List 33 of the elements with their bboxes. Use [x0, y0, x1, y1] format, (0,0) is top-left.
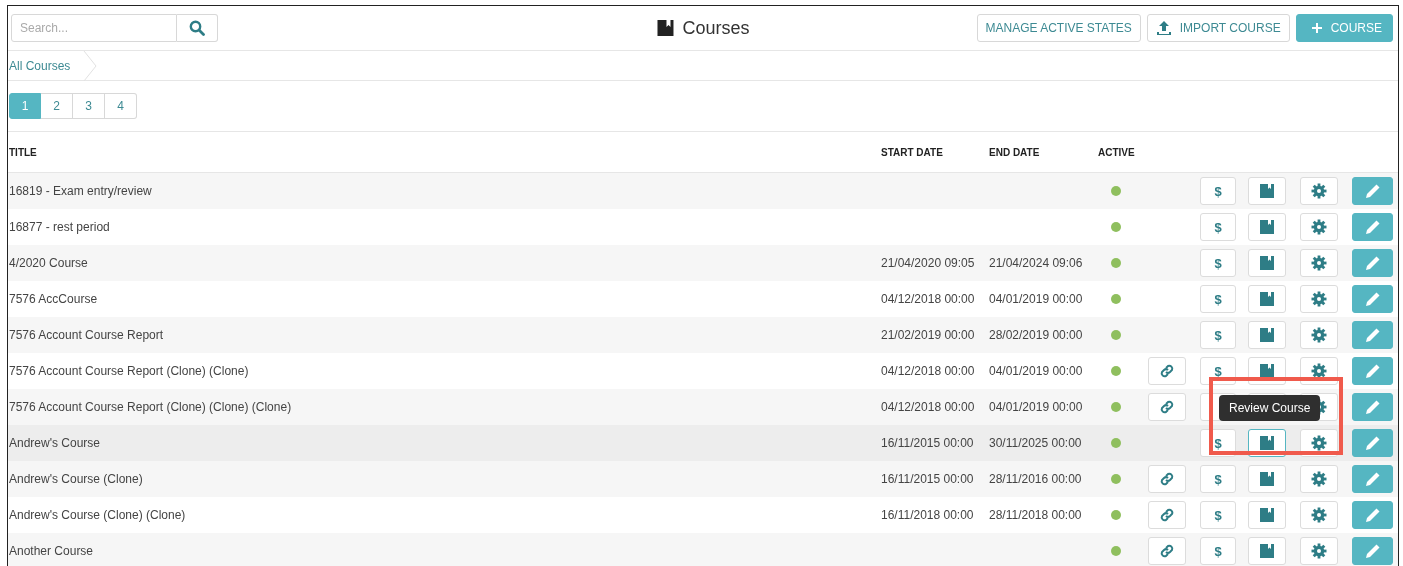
column-header: ACTIVE: [1098, 146, 1136, 158]
table-cell-text: Andrew's Course: [9, 436, 101, 450]
column-header: TITLE: [9, 146, 38, 158]
table-cell: 28/11/2018 00:00: [989, 508, 1082, 522]
table-cell: 21/02/2019 00:00: [881, 328, 975, 342]
table-cell-text: Andrew's Course (Clone) (Clone): [9, 508, 187, 522]
column-header: START DATE: [881, 146, 944, 158]
table-cell: 04/01/2019 00:00: [989, 292, 1083, 306]
column-header: END DATE: [989, 146, 1041, 158]
table-cell-text: Another Course: [9, 544, 95, 558]
table-cell-text: 16819 - Exam entry/review: [9, 184, 153, 198]
page-title: Courses: [682, 17, 750, 39]
table-cell: 16/11/2015 00:00: [881, 472, 974, 486]
table-cell: 30/11/2025 00:00: [989, 436, 1082, 450]
table-cell-text: 7576 Account Course Report (Clone) (Clone): [9, 364, 250, 378]
table-cell-text: 4/2020 Course: [9, 256, 89, 270]
table-cell: 04/12/2018 00:00: [881, 364, 975, 378]
table-cell: 16/11/2015 00:00: [881, 436, 974, 450]
table-cell: 04/01/2019 00:00: [989, 400, 1083, 414]
table-cell: 28/02/2019 00:00: [989, 328, 1083, 342]
table-cell-text: Andrew's Course (Clone): [9, 472, 144, 486]
table-cell: 04/01/2019 00:00: [989, 364, 1083, 378]
table-cell: 21/04/2020 09:05: [881, 256, 975, 270]
table-cell: 28/11/2016 00:00: [989, 472, 1082, 486]
table-cell: 16/11/2018 00:00: [881, 508, 974, 522]
table-cell: 21/04/2024 09:06: [989, 256, 1083, 270]
table-cell-text: 16877 - rest period: [9, 220, 111, 234]
table-cell-text: 7576 Account Course Report (Clone) (Clone) (Clone): [9, 400, 293, 414]
table-cell: 04/12/2018 00:00: [881, 292, 975, 306]
table-cell-text: 7576 Account Course Report: [9, 328, 165, 342]
tooltip: Review Course: [1219, 395, 1321, 421]
table-cell-text: 7576 AccCourse: [9, 292, 99, 306]
table-cell: 04/12/2018 00:00: [881, 400, 975, 414]
